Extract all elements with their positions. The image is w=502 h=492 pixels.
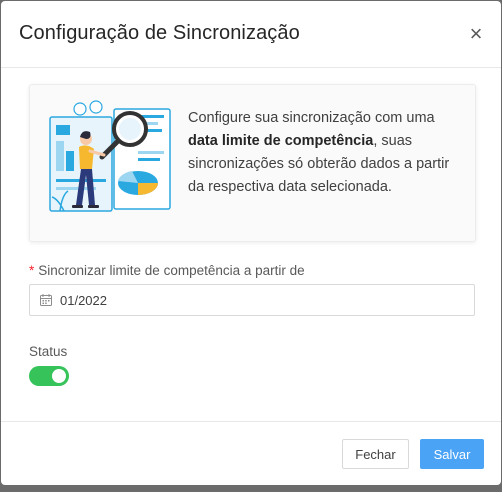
calendar-icon [40,294,52,306]
status-toggle[interactable] [29,366,69,386]
sync-config-modal: Configuração de Sincronização × Configur… [1,1,501,485]
close-button[interactable]: × [463,21,489,47]
analytics-illustration [49,100,171,212]
modal-title: Configuração de Sincronização [19,22,300,44]
modal-header: Configuração de Sincronização × [1,1,501,68]
close-modal-button[interactable]: Fechar [342,439,409,469]
competence-date-value: 01/2022 [60,292,107,308]
required-mark: * [29,263,35,278]
info-text-start: Configure sua sincronização com uma [188,110,435,126]
competence-label-text: Sincronizar limite de competência a part… [38,263,305,278]
competence-field-label: * Sincronizar limite de competência a par… [29,263,305,278]
info-card: Configure sua sincronização com uma data… [29,84,476,242]
info-description: Configure sua sincronização com uma data… [188,107,463,199]
close-icon: × [469,21,483,46]
competence-date-input[interactable]: 01/2022 [29,284,475,316]
status-label: Status [29,344,68,359]
info-text-bold: data limite de competência [188,133,374,149]
save-button[interactable]: Salvar [420,439,484,469]
toggle-knob [52,369,66,383]
modal-footer: Fechar Salvar [1,421,501,485]
